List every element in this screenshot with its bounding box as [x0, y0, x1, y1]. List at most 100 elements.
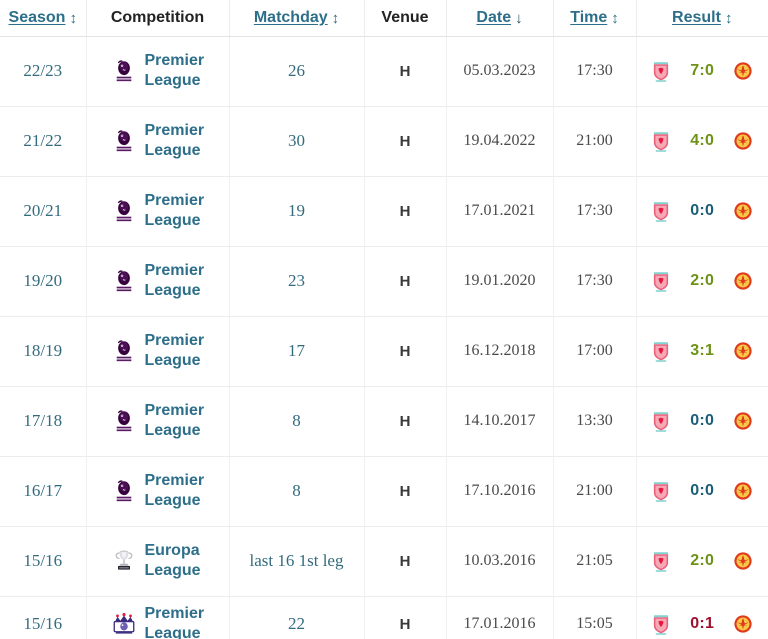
premier-league-lion-logo	[111, 128, 137, 154]
cell-date: 17.01.2021	[446, 176, 554, 247]
cell-result[interactable]: 0:0	[636, 456, 768, 527]
cell-matchday: 8	[229, 456, 365, 527]
premier-league-lion-logo	[116, 130, 131, 152]
result-score[interactable]: 2:0	[685, 272, 719, 290]
cell-result[interactable]: 0:0	[636, 386, 768, 457]
result-score[interactable]: 7:0	[685, 62, 719, 80]
result-wrapper: 0:0	[643, 409, 763, 433]
cell-competition[interactable]: Premier League	[86, 246, 230, 317]
result-score[interactable]: 2:0	[685, 552, 719, 570]
result-score[interactable]: 0:1	[685, 615, 719, 633]
liverpool-badge	[654, 132, 669, 152]
competition-name-link[interactable]: Premier League	[145, 401, 223, 440]
result-score[interactable]: 3:1	[685, 342, 719, 360]
cell-date: 17.10.2016	[446, 456, 554, 527]
competition-name-link[interactable]: Premier League	[145, 331, 223, 370]
cell-time: 15:05	[553, 596, 637, 639]
manchester-united-badge	[731, 59, 755, 83]
result-score[interactable]: 4:0	[685, 132, 719, 150]
cell-date: 19.04.2022	[446, 106, 554, 177]
europa-league-trophy-logo	[111, 548, 137, 574]
cell-competition[interactable]: Premier League	[86, 456, 230, 527]
cell-time: 17:00	[553, 316, 637, 387]
cell-result[interactable]: 0:1	[636, 596, 768, 639]
column-header-label-season[interactable]: Season	[9, 9, 66, 27]
table-row[interactable]: 15/16 Europa League last 16 1st leg H 10.03.…	[0, 526, 768, 597]
sort-toggle-icon[interactable]: ↕	[332, 11, 340, 26]
column-header-result[interactable]: Result ↕	[636, 0, 768, 37]
liverpool-badge	[654, 552, 669, 572]
cell-venue: H	[364, 316, 447, 387]
premier-league-lion-logo	[111, 58, 137, 84]
cell-matchday: 19	[229, 176, 365, 247]
cell-season: 22/23	[0, 36, 87, 107]
cell-date: 10.03.2016	[446, 526, 554, 597]
result-score[interactable]: 0:0	[685, 482, 719, 500]
cell-competition[interactable]: Premier League	[86, 316, 230, 387]
column-header-label-time[interactable]: Time	[570, 9, 607, 27]
column-header-competition: Competition	[86, 0, 230, 37]
competition-wrapper: Premier League	[93, 604, 223, 639]
cell-date: 16.12.2018	[446, 316, 554, 387]
column-header-label-date[interactable]: Date	[476, 9, 511, 27]
competition-name-link[interactable]: Premier League	[145, 191, 223, 230]
cell-result[interactable]: 7:0	[636, 36, 768, 107]
result-score[interactable]: 0:0	[685, 412, 719, 430]
cell-competition[interactable]: Europa League	[86, 526, 230, 597]
column-header-label-venue: Venue	[381, 8, 429, 26]
table-header-row: Season ↕ Competition Matchday ↕ Venue Date ↓ Tim…	[0, 0, 768, 37]
column-header-date[interactable]: Date ↓	[446, 0, 554, 37]
competition-wrapper: Premier League	[93, 191, 223, 230]
result-wrapper: 0:0	[643, 479, 763, 503]
table-row[interactable]: 17/18 Premier League 8 H 14.10.2017 13:30 0:0	[0, 386, 768, 457]
result-wrapper: 7:0	[643, 59, 763, 83]
table-row[interactable]: 18/19 Premier League 17 H 16.12.2018 17:00 3:1	[0, 316, 768, 387]
table-body: 22/23 Premier League 26 H 05.03.2023 17:30 7:0…	[0, 36, 768, 639]
table-row[interactable]: 16/17 Premier League 8 H 17.10.2016 21:00 0:0	[0, 456, 768, 527]
liverpool-badge	[654, 202, 669, 222]
sort-toggle-icon[interactable]: ↕	[611, 11, 619, 26]
competition-wrapper: Premier League	[93, 471, 223, 510]
sort-descending-icon[interactable]: ↓	[515, 11, 523, 26]
premier-league-lion-logo	[116, 480, 131, 502]
competition-name-link[interactable]: Europa League	[145, 541, 223, 580]
result-wrapper: 4:0	[643, 129, 763, 153]
result-score[interactable]: 0:0	[685, 202, 719, 220]
column-header-label-result[interactable]: Result	[672, 9, 721, 27]
manchester-united-badge	[734, 342, 752, 360]
cell-result[interactable]: 3:1	[636, 316, 768, 387]
cell-competition[interactable]: Premier League	[86, 36, 230, 107]
head-to-head-fixtures-table: Season ↕ Competition Matchday ↕ Venue Date ↓ Tim…	[0, 0, 768, 639]
cell-competition[interactable]: Premier League	[86, 106, 230, 177]
table-row[interactable]: 22/23 Premier League 26 H 05.03.2023 17:30 7:0	[0, 36, 768, 107]
table-row[interactable]: 21/22 Premier League 30 H 19.04.2022 21:00 4:0	[0, 106, 768, 177]
table-row[interactable]: 19/20 Premier League 23 H 19.01.2020 17:30 2:0	[0, 246, 768, 317]
cell-season: 15/16	[0, 596, 87, 639]
cell-result[interactable]: 2:0	[636, 246, 768, 317]
competition-name-link[interactable]: Premier League	[145, 51, 223, 90]
cell-competition[interactable]: Premier League	[86, 386, 230, 457]
column-header-time[interactable]: Time ↕	[553, 0, 637, 37]
cell-result[interactable]: 2:0	[636, 526, 768, 597]
competition-name-link[interactable]: Premier League	[145, 261, 223, 300]
cell-competition[interactable]: Premier League	[86, 176, 230, 247]
premier-league-lion-logo	[116, 410, 131, 432]
competition-name-link[interactable]: Premier League	[145, 604, 223, 639]
sort-toggle-icon[interactable]: ↕	[69, 11, 77, 26]
table-row[interactable]: 15/16 Premier League 22 H 17.01.2016 15:05 0:1	[0, 596, 768, 639]
competition-name-link[interactable]: Premier League	[145, 121, 223, 160]
manchester-united-badge	[731, 409, 755, 433]
cell-result[interactable]: 0:0	[636, 176, 768, 247]
cell-competition[interactable]: Premier League	[86, 596, 230, 639]
cell-venue: H	[364, 596, 447, 639]
column-header-label-matchday[interactable]: Matchday	[254, 9, 328, 27]
column-header-season[interactable]: Season ↕	[0, 0, 87, 37]
premier-league-classic-logo	[111, 611, 137, 637]
manchester-united-badge	[734, 552, 752, 570]
cell-result[interactable]: 4:0	[636, 106, 768, 177]
sort-toggle-icon[interactable]: ↕	[725, 11, 733, 26]
competition-name-link[interactable]: Premier League	[145, 471, 223, 510]
column-header-matchday[interactable]: Matchday ↕	[229, 0, 365, 37]
table-row[interactable]: 20/21 Premier League 19 H 17.01.2021 17:30 0:0	[0, 176, 768, 247]
manchester-united-badge	[731, 339, 755, 363]
